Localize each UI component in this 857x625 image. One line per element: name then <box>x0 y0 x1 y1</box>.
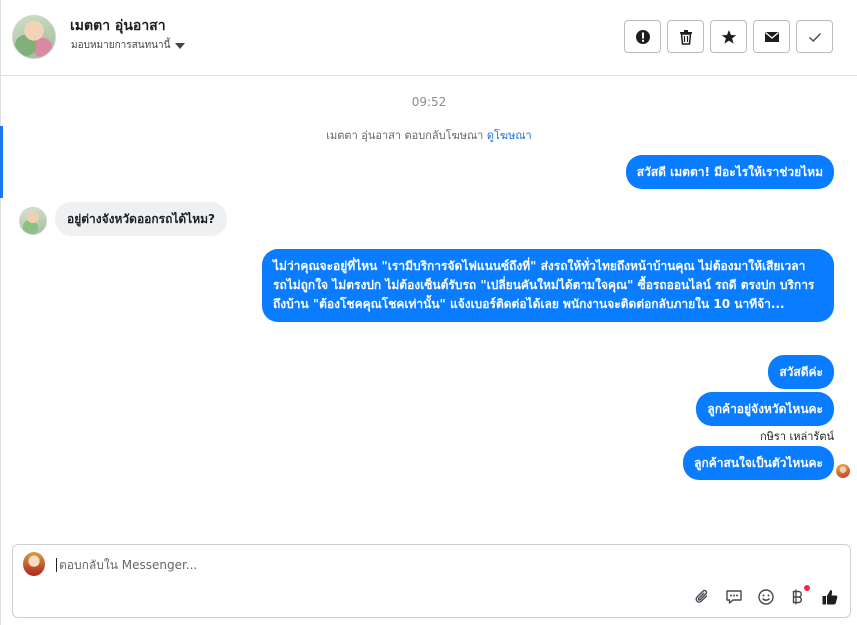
thumbs-up-icon <box>822 590 838 605</box>
star-button[interactable] <box>710 20 747 53</box>
message-bubble-outgoing[interactable]: ลูกค้าอยู่จังหวัดไหนคะ <box>696 392 834 426</box>
baht-icon <box>792 589 802 605</box>
conversation-header: เมตตา อุ่นอาสา มอบหมายการสนทนานี้ <box>1 0 857 76</box>
assign-label: มอบหมายการสนทนานี้ <box>71 40 171 51</box>
spam-button[interactable] <box>624 20 661 53</box>
envelope-icon <box>764 31 779 42</box>
assign-conversation-dropdown[interactable]: มอบหมายการสนทนานี้ <box>71 38 186 53</box>
contact-avatar[interactable] <box>12 15 56 59</box>
mark-done-button[interactable] <box>796 20 833 53</box>
reply-composer <box>12 544 851 618</box>
reply-input[interactable] <box>56 558 756 572</box>
composer-tools <box>692 585 840 607</box>
message-bubble-outgoing[interactable]: ไม่ว่าคุณจะอยู่ที่ไหน "เรามีบริการจัดไฟแ… <box>262 249 834 322</box>
contact-name[interactable]: เมตตา อุ่นอาสา <box>70 15 166 37</box>
alert-icon <box>635 29 650 44</box>
check-icon <box>808 32 821 42</box>
message-bubble-outgoing[interactable]: สวัสดีค่ะ <box>768 355 834 389</box>
payment-button[interactable] <box>788 585 810 607</box>
message-bubble-outgoing[interactable]: ลูกค้าสนใจเป็นตัวไหนคะ <box>683 446 834 480</box>
like-button[interactable] <box>820 587 840 607</box>
emoji-button[interactable] <box>756 587 776 607</box>
header-actions <box>624 20 833 53</box>
mark-unread-button[interactable] <box>753 20 790 53</box>
sender-name: กษิรา เหล่ารัตน์ <box>760 430 834 443</box>
customer-avatar[interactable] <box>19 207 47 235</box>
trash-icon <box>679 29 692 45</box>
notification-dot <box>804 585 810 591</box>
message-bubble-outgoing[interactable]: สวัสดี เมตตา! มีอะไรให้เราช่วยไหม <box>625 155 834 189</box>
view-ad-link[interactable]: ดูโฆษณา <box>487 129 532 142</box>
ad-reply-text: เมตตา อุ่นอาสา ตอบกลับโฆษณา <box>326 129 484 142</box>
page-avatar <box>23 552 45 576</box>
speech-bubble-icon <box>726 590 742 604</box>
ad-reply-notice: เมตตา อุ่นอาสา ตอบกลับโฆษณา ดูโฆษณา <box>1 126 857 144</box>
message-timestamp: 09:52 <box>411 95 447 109</box>
attach-button[interactable] <box>692 587 712 607</box>
saved-replies-button[interactable] <box>724 587 744 607</box>
smiley-icon <box>758 589 774 605</box>
paperclip-icon <box>695 589 708 603</box>
delete-button[interactable] <box>667 20 704 53</box>
messenger-conversation: เมตตา อุ่นอาสา มอบหมายการสนทนานี้ 09:52 <box>0 0 857 625</box>
seen-indicator-avatar <box>836 464 850 478</box>
message-bubble-incoming[interactable]: อยู่ต่างจังหวัดออกรถได้ไหม? <box>55 202 227 236</box>
chevron-down-icon <box>175 42 186 49</box>
star-icon <box>721 29 736 44</box>
